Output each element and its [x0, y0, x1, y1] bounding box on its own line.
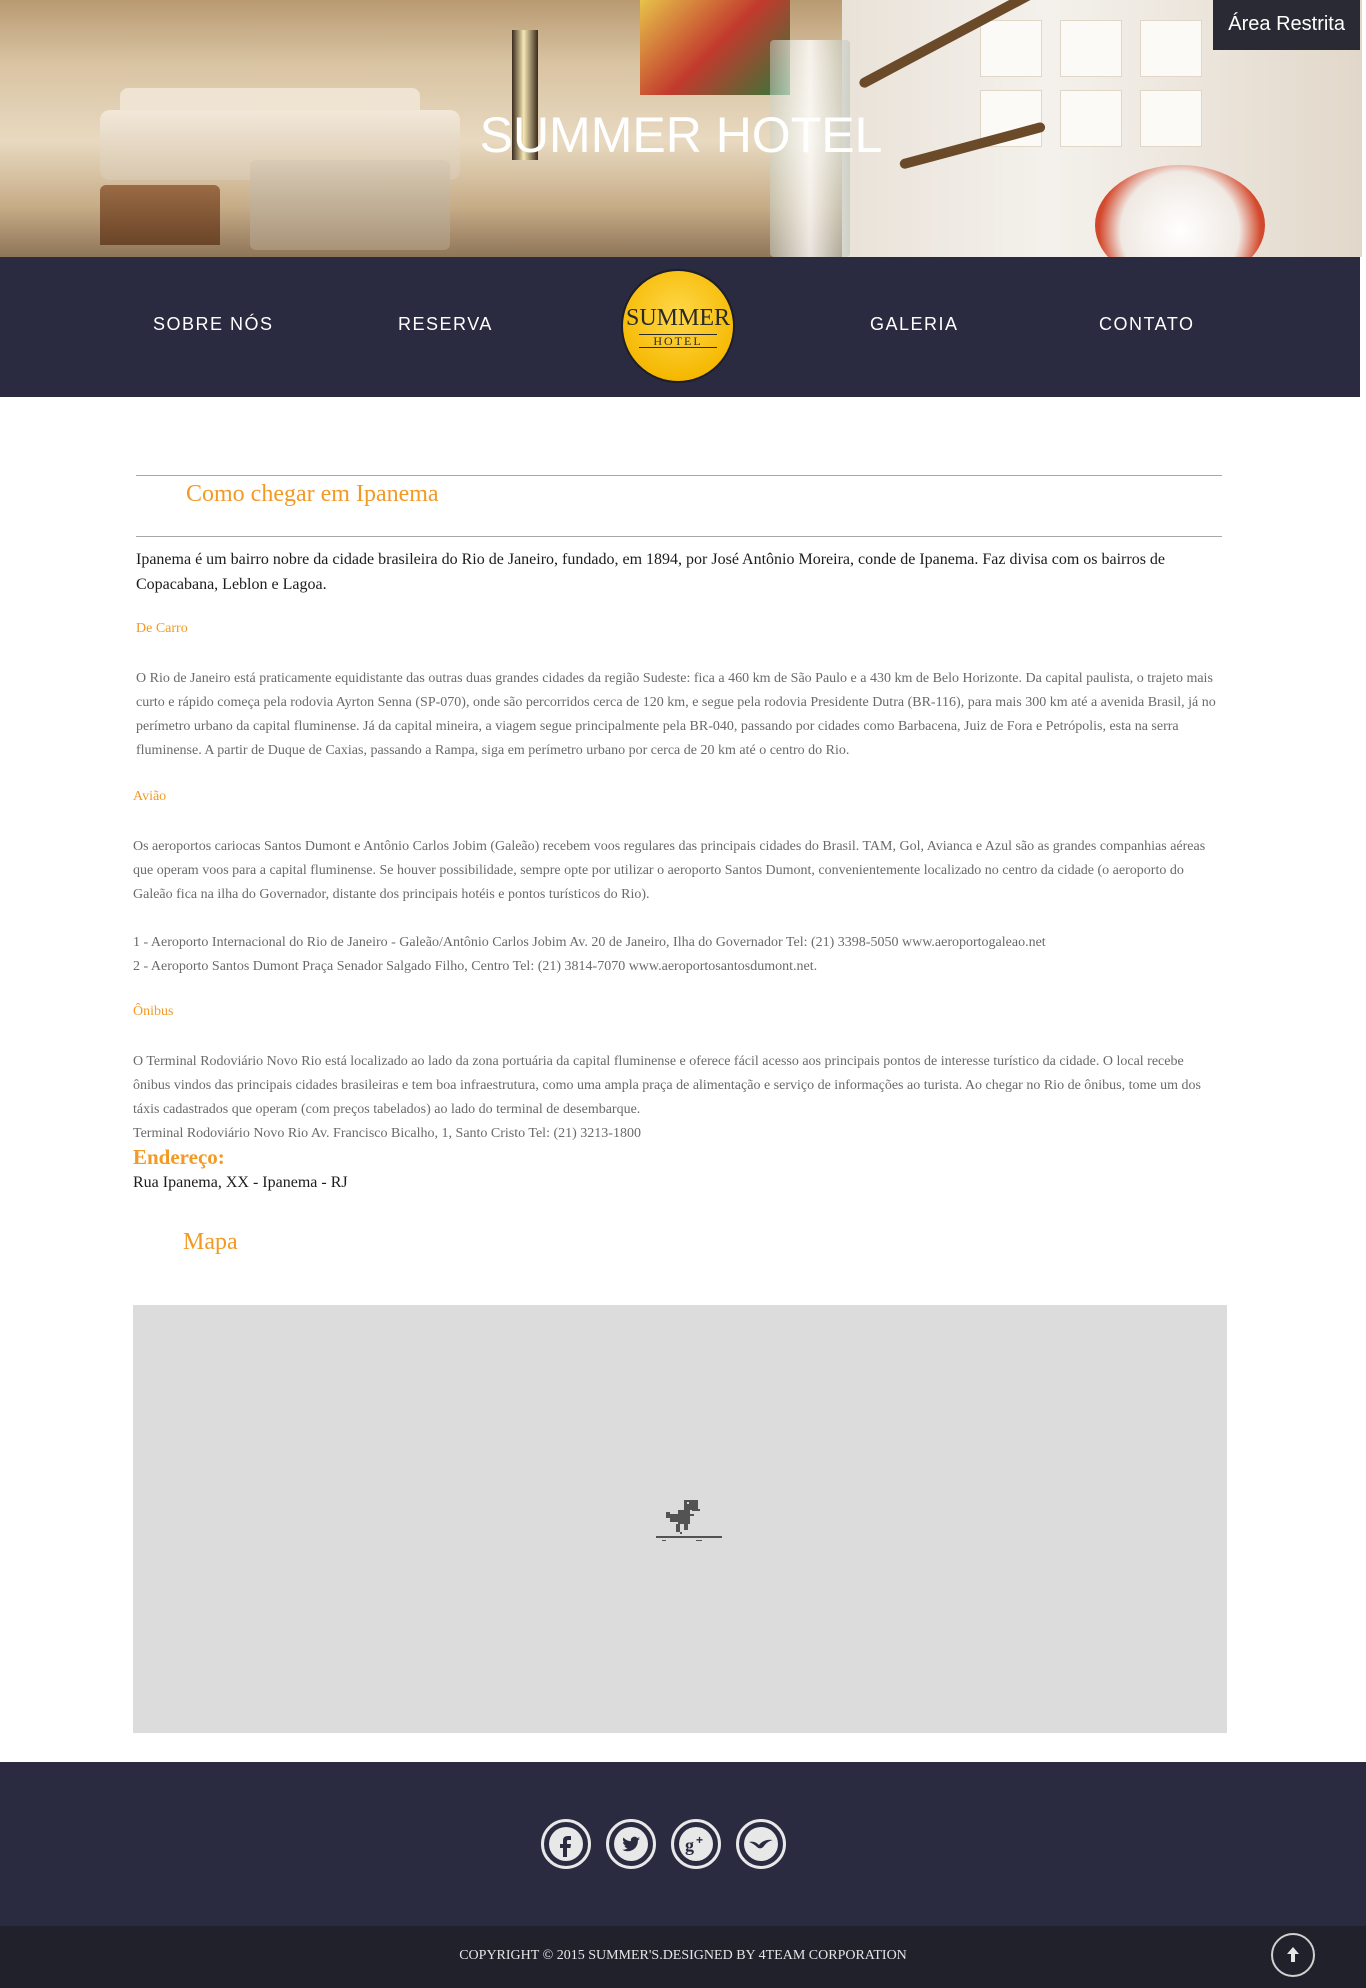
- hero-chair: [250, 160, 450, 250]
- restricted-area-link[interactable]: Área Restrita: [1213, 0, 1360, 50]
- svg-text:+: +: [696, 1833, 703, 1847]
- hero-shelf: [1060, 20, 1122, 77]
- twitter-icon[interactable]: [606, 1819, 656, 1869]
- offline-dino-icon: [656, 1500, 722, 1541]
- arrow-up-icon: [1287, 1947, 1299, 1962]
- hero-banner: SUMMER HOTEL: [0, 0, 1362, 257]
- section-title-plane: Avião: [133, 789, 167, 804]
- divider: [136, 475, 1222, 476]
- nav-item-galeria[interactable]: GALERIA: [870, 314, 959, 335]
- divider: [136, 536, 1222, 537]
- bird-icon[interactable]: [736, 1819, 786, 1869]
- section-text-bus: O Terminal Rodoviário Novo Rio está loca…: [133, 1054, 1201, 1117]
- nav-item-contato[interactable]: CONTATO: [1099, 314, 1195, 335]
- bus-terminal-info: Terminal Rodoviário Novo Rio Av. Francis…: [133, 1126, 641, 1141]
- page-title: Como chegar em Ipanema: [186, 481, 439, 507]
- nav-item-reserva[interactable]: RESERVA: [398, 314, 493, 335]
- copyright-text: COPYRIGHT © 2015 SUMMER'S.DESIGNED BY 4T…: [459, 1948, 907, 1963]
- hero-shelf: [980, 20, 1042, 77]
- map-frame[interactable]: [133, 1305, 1227, 1733]
- nav-item-sobre-nos[interactable]: SOBRE NÓS: [153, 314, 274, 335]
- logo-text-hotel: HOTEL: [639, 334, 717, 348]
- hero-artwork: [640, 0, 790, 95]
- hero-shelf: [1140, 20, 1202, 77]
- section-title-car: De Carro: [136, 621, 188, 636]
- hero-title: SUMMER HOTEL: [479, 107, 883, 163]
- address-title: Endereço:: [133, 1145, 225, 1169]
- hotel-logo[interactable]: SUMMER HOTEL: [621, 269, 735, 383]
- section-title-bus: Ônibus: [133, 1004, 174, 1019]
- map-heading: Mapa: [183, 1229, 238, 1255]
- footer: g +: [0, 1762, 1366, 1926]
- main-nav: SOBRE NÓS RESERVA SUMMER HOTEL GALERIA C…: [0, 257, 1362, 397]
- hero-table: [100, 185, 220, 245]
- google-plus-icon[interactable]: g +: [671, 1819, 721, 1869]
- facebook-icon[interactable]: [541, 1819, 591, 1869]
- address-text: Rua Ipanema, XX - Ipanema - RJ: [133, 1174, 348, 1191]
- airport-list-item: 1 - Aeroporto Internacional do Rio de Ja…: [133, 935, 1046, 950]
- section-text-car: O Rio de Janeiro está praticamente equid…: [136, 671, 1216, 758]
- back-to-top-button[interactable]: [1271, 1933, 1315, 1977]
- logo-text-summer: SUMMER: [625, 305, 731, 331]
- copyright-bar: COPYRIGHT © 2015 SUMMER'S.DESIGNED BY 4T…: [0, 1926, 1366, 1988]
- intro-paragraph: Ipanema é um bairro nobre da cidade bras…: [136, 551, 1166, 593]
- svg-text:g: g: [685, 1835, 694, 1855]
- section-text-plane: Os aeroportos cariocas Santos Dumont e A…: [133, 839, 1206, 902]
- airport-list-item: 2 - Aeroporto Santos Dumont Praça Senado…: [133, 959, 818, 974]
